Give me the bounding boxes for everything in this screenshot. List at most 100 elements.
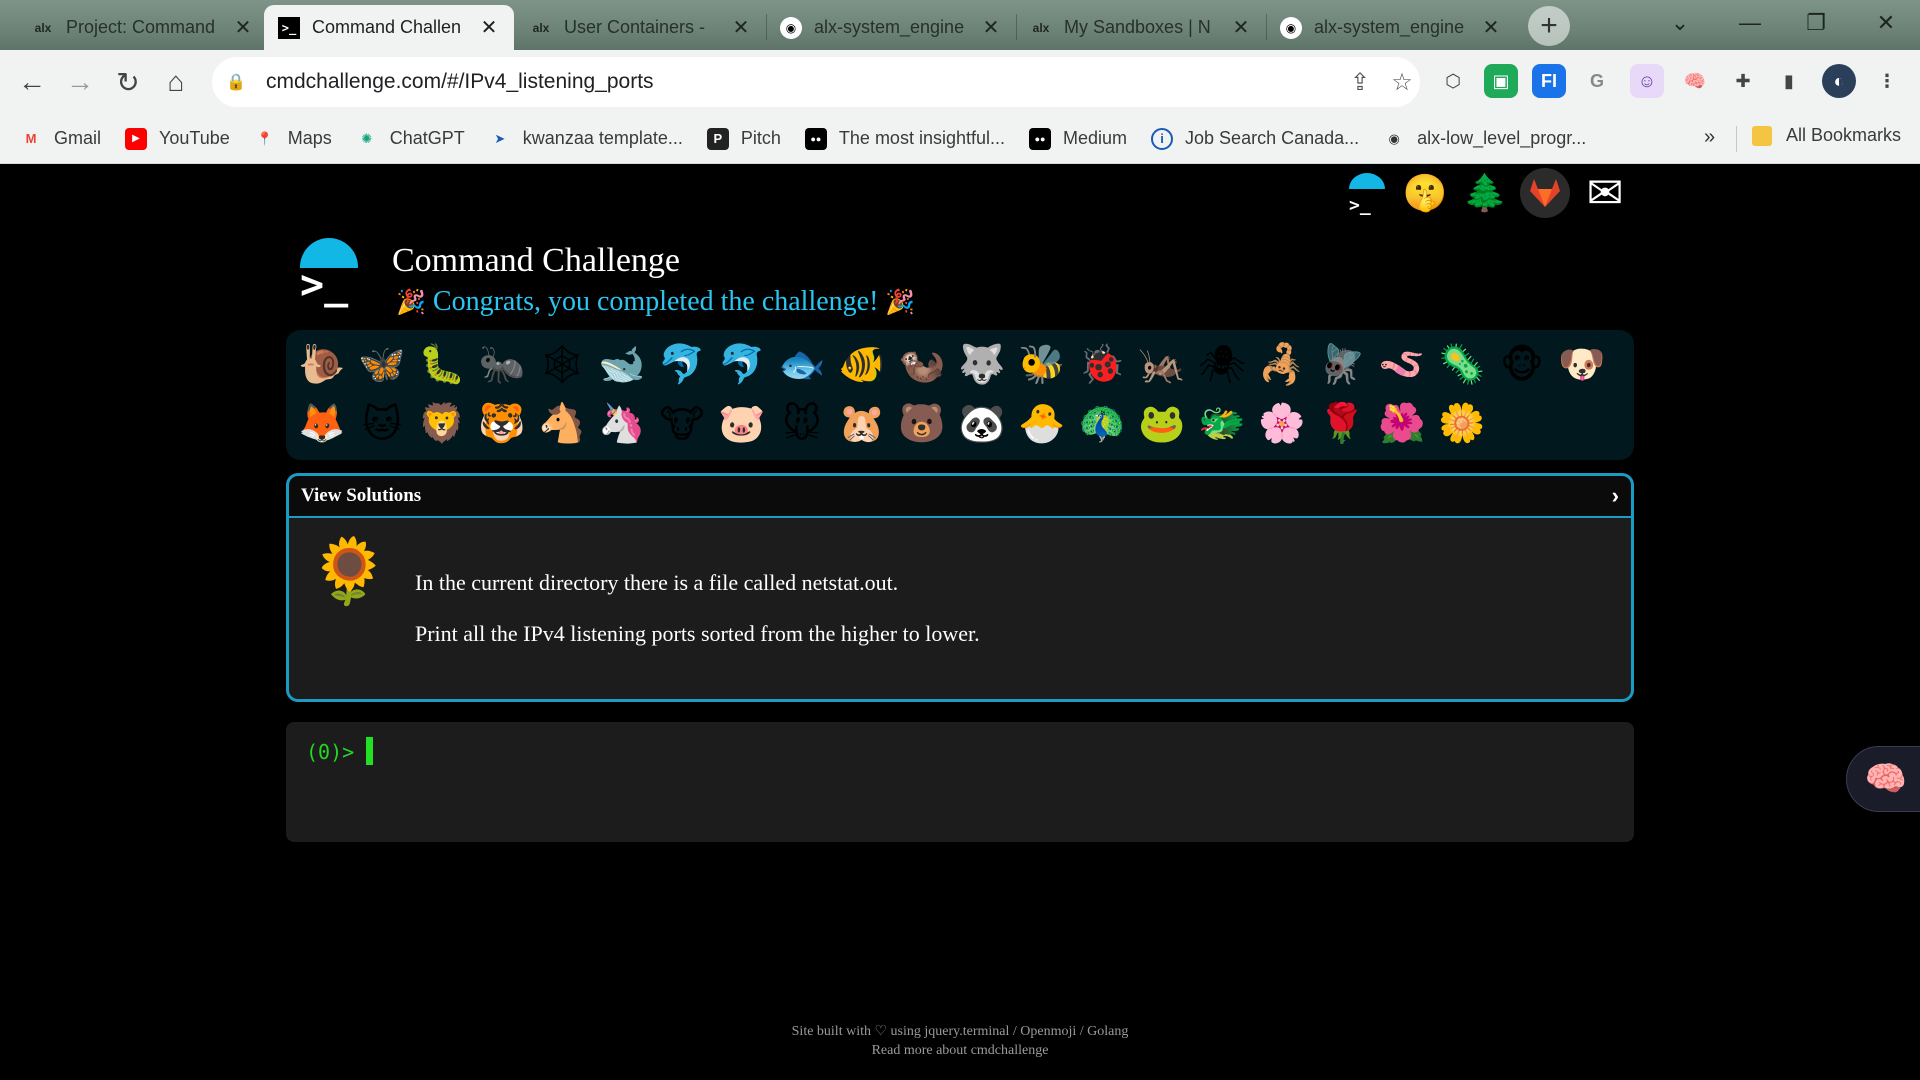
badge-icon[interactable]: 🦁 (412, 395, 472, 453)
badge-icon[interactable]: 🕷 (1192, 336, 1252, 394)
extension-grammarly-icon[interactable]: G (1580, 64, 1614, 98)
bookmark-chatgpt[interactable]: ✺ ChatGPT (356, 128, 464, 150)
bookmark-kwanzaa[interactable]: ➤ kwanzaa template... (489, 128, 683, 150)
close-tab-icon[interactable]: ✕ (232, 15, 254, 40)
badge-icon[interactable]: 🐣 (1012, 395, 1072, 453)
extension-green-icon[interactable]: ▣ (1484, 64, 1518, 98)
tab-github-system-engineering-2[interactable]: ◉ alx-system_engine ✕ (1266, 5, 1516, 50)
badge-icon[interactable]: 🐼 (952, 395, 1012, 453)
badge-icon[interactable]: 🌸 (1252, 395, 1312, 453)
terminal-cursor[interactable] (366, 737, 374, 765)
badge-icon[interactable]: 🐲 (1192, 395, 1252, 453)
minimize-icon[interactable]: — (1730, 8, 1770, 38)
tab-user-containers[interactable]: alx User Containers - ✕ (516, 5, 766, 50)
share-icon[interactable]: ⇪ (1344, 67, 1376, 97)
badge-icon[interactable]: 🕸 (532, 336, 592, 394)
bookmark-pitch[interactable]: P Pitch (706, 127, 781, 150)
forward-icon[interactable]: → (60, 62, 100, 102)
bookmark-gmail[interactable]: M Gmail (20, 128, 101, 150)
gitlab-icon[interactable] (1520, 168, 1570, 218)
chevron-right-icon[interactable]: › (1612, 483, 1619, 509)
badge-icon[interactable]: 🐜 (472, 336, 532, 394)
cmdchallenge-logo-icon[interactable]: >_ (1342, 170, 1392, 220)
close-tab-icon[interactable]: ✕ (478, 15, 500, 40)
bookmark-job-search[interactable]: i Job Search Canada... (1151, 127, 1359, 150)
tab-command-challenge[interactable]: >_ Command Challen ✕ (264, 5, 514, 50)
bookmark-medium[interactable]: ●● Medium (1029, 127, 1127, 150)
badge-icon[interactable]: 🐛 (412, 336, 472, 394)
badge-icon[interactable]: 🐸 (1132, 395, 1192, 453)
shushing-face-icon[interactable]: 🤫 (1400, 168, 1450, 218)
bookmark-star-icon[interactable]: ☆ (1386, 67, 1418, 97)
badge-icon[interactable]: 🐝 (1012, 336, 1072, 394)
badge-icon[interactable]: 🐬 (712, 336, 772, 394)
badge-icon[interactable]: 🌼 (1432, 395, 1492, 453)
mail-icon[interactable]: ✉ (1580, 168, 1630, 218)
close-tab-icon[interactable]: ✕ (730, 15, 752, 40)
menu-kebab-icon[interactable]: ⋮ (1870, 64, 1904, 98)
bookmark-alx-low-level[interactable]: ◉ alx-low_level_progr... (1383, 128, 1586, 150)
terminal[interactable]: (0)> (286, 722, 1634, 842)
restore-icon[interactable]: ❐ (1796, 8, 1836, 38)
badge-icon[interactable]: 🦠 (1432, 336, 1492, 394)
badge-icon[interactable]: 🐯 (472, 395, 532, 453)
floating-brain-extension-icon[interactable]: 🧠 (1846, 746, 1920, 812)
badge-icon[interactable]: 🌺 (1372, 395, 1432, 453)
extension-shield-icon[interactable]: ⬡ (1436, 64, 1470, 98)
badge-icon[interactable]: 🐹 (832, 395, 892, 453)
close-tab-icon[interactable]: ✕ (1230, 15, 1252, 40)
badge-icon[interactable]: 🐟 (772, 336, 832, 394)
badge-icon[interactable]: 🪰 (1312, 336, 1372, 394)
badge-icon[interactable]: 🦗 (1132, 336, 1192, 394)
tab-github-system-engineering[interactable]: ◉ alx-system_engine ✕ (766, 5, 1016, 50)
footer-read-more-link[interactable]: Read more about cmdchallenge (0, 1041, 1920, 1060)
badge-icon[interactable]: 🐬 (652, 336, 712, 394)
badge-icon[interactable]: 🐋 (592, 336, 652, 394)
profile-avatar[interactable]: ◐ (1822, 64, 1856, 98)
badge-icon[interactable]: 🦋 (352, 336, 412, 394)
badge-icon[interactable]: 🪱 (1372, 336, 1432, 394)
bookmark-youtube[interactable]: ▶ YouTube (125, 127, 230, 150)
extension-face-icon[interactable]: ☺ (1630, 64, 1664, 98)
badge-icon[interactable]: 🐌 (292, 336, 352, 394)
view-solutions-toggle[interactable]: View Solutions › (289, 476, 1631, 518)
badge-icon[interactable]: 🦊 (292, 395, 352, 453)
more-bookmarks-button[interactable]: » (1704, 126, 1715, 149)
badge-icon[interactable]: 🐵 (1492, 336, 1552, 394)
close-window-icon[interactable]: ✕ (1866, 8, 1906, 38)
all-bookmarks-folder[interactable]: All Bookmarks (1752, 125, 1901, 146)
badge-icon[interactable]: 🐴 (532, 395, 592, 453)
home-icon[interactable]: ⌂ (156, 62, 196, 102)
badge-icon[interactable]: 🌹 (1312, 395, 1372, 453)
tab-search-icon[interactable]: ⌄ (1660, 8, 1700, 38)
new-tab-button[interactable]: + (1528, 6, 1570, 46)
extension-fi-icon[interactable]: FI (1532, 64, 1566, 98)
badge-icon[interactable]: 🦦 (892, 336, 952, 394)
badge-icon[interactable]: 🦚 (1072, 395, 1132, 453)
badge-icon[interactable]: 🐺 (952, 336, 1012, 394)
badge-icon[interactable]: 🐠 (832, 336, 892, 394)
badge-icon[interactable]: 🦄 (592, 395, 652, 453)
close-tab-icon[interactable]: ✕ (1480, 15, 1502, 40)
badge-icon[interactable]: 🐻 (892, 395, 952, 453)
badge-icon[interactable]: 🐞 (1072, 336, 1132, 394)
badge-icon[interactable]: 🐷 (712, 395, 772, 453)
bookmark-maps[interactable]: 📍 Maps (254, 128, 332, 150)
url-text[interactable]: cmdchallenge.com/#/IPv4_listening_ports (266, 70, 654, 94)
address-bar[interactable]: 🔒 cmdchallenge.com/#/IPv4_listening_port… (212, 57, 1420, 107)
tab-my-sandboxes[interactable]: alx My Sandboxes | N ✕ (1016, 5, 1266, 50)
badge-icon[interactable]: 🐶 (1552, 336, 1612, 394)
reload-icon[interactable]: ↻ (108, 62, 148, 102)
tab-project-command[interactable]: alx Project: Command ✕ (18, 5, 268, 50)
extensions-puzzle-icon[interactable]: ✚ (1726, 64, 1760, 98)
side-panel-icon[interactable]: ▮ (1772, 64, 1806, 98)
badge-icon[interactable]: 🦂 (1252, 336, 1312, 394)
lock-icon[interactable]: 🔒 (226, 72, 266, 92)
bookmark-medium-insightful[interactable]: ●● The most insightful... (804, 127, 1005, 150)
extension-brain-icon[interactable]: 🧠 (1678, 64, 1712, 98)
badge-icon[interactable]: 🐭 (772, 395, 832, 453)
badge-icon[interactable]: 🐮 (652, 395, 712, 453)
tree-icon[interactable]: 🌲 (1460, 168, 1510, 218)
close-tab-icon[interactable]: ✕ (980, 15, 1002, 40)
back-icon[interactable]: ← (12, 62, 52, 102)
